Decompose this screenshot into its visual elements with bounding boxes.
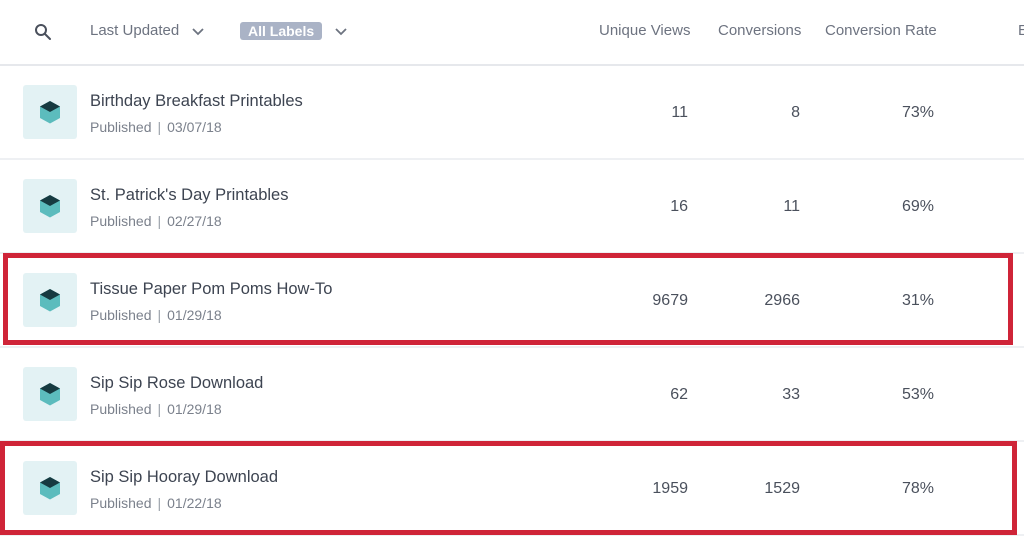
status-label: Published bbox=[90, 495, 152, 511]
chevron-down-icon bbox=[335, 28, 347, 36]
conversion-rate-value: 73% bbox=[901, 104, 934, 121]
separator: | bbox=[157, 401, 162, 417]
unique-views-value: 1959 bbox=[652, 480, 688, 497]
content-thumbnail bbox=[23, 85, 77, 139]
conversions-value: 1529 bbox=[764, 480, 800, 497]
status-label: Published bbox=[90, 213, 152, 229]
table-row[interactable]: Birthday Breakfast Printables Published | 0… bbox=[0, 66, 1024, 160]
conversions-value: 11 bbox=[783, 198, 800, 215]
conversions-value: 2966 bbox=[764, 292, 800, 309]
conversion-rate-value: 78% bbox=[901, 480, 934, 497]
chevron-down-icon bbox=[192, 27, 204, 35]
row-meta: Published | 01/22/18 bbox=[90, 495, 222, 511]
status-label: Published bbox=[90, 307, 152, 323]
row-title[interactable]: Birthday Breakfast Printables bbox=[90, 92, 303, 111]
unique-views-value: 62 bbox=[670, 386, 688, 403]
conversion-rate-value: 53% bbox=[901, 386, 934, 403]
row-title[interactable]: Sip Sip Hooray Download bbox=[90, 468, 278, 487]
conversions-value: 8 bbox=[791, 104, 800, 121]
content-thumbnail bbox=[23, 273, 77, 327]
conversions-value: 33 bbox=[782, 386, 800, 403]
row-meta: Published | 01/29/18 bbox=[90, 307, 222, 323]
column-header-truncated[interactable]: E bbox=[1018, 22, 1024, 39]
separator: | bbox=[157, 307, 162, 323]
publish-date: 01/22/18 bbox=[167, 495, 222, 511]
publish-date: 01/29/18 bbox=[167, 401, 222, 417]
row-title[interactable]: Tissue Paper Pom Poms How-To bbox=[90, 280, 332, 299]
row-title[interactable]: St. Patrick's Day Printables bbox=[90, 186, 288, 205]
column-header-conversion-rate[interactable]: Conversion Rate bbox=[825, 22, 937, 39]
publish-date: 01/29/18 bbox=[167, 307, 222, 323]
publish-date: 03/07/18 bbox=[167, 119, 222, 135]
separator: | bbox=[157, 119, 162, 135]
content-thumbnail bbox=[23, 367, 77, 421]
row-meta: Published | 03/07/18 bbox=[90, 119, 222, 135]
conversion-rate-value: 31% bbox=[901, 292, 934, 309]
row-title[interactable]: Sip Sip Rose Download bbox=[90, 374, 263, 393]
separator: | bbox=[157, 495, 162, 511]
sort-label: Last Updated bbox=[90, 22, 180, 39]
status-label: Published bbox=[90, 119, 152, 135]
unique-views-value: 11 bbox=[671, 104, 688, 121]
publish-date: 02/27/18 bbox=[167, 213, 222, 229]
content-thumbnail bbox=[23, 179, 77, 233]
column-header-conversions[interactable]: Conversions bbox=[718, 22, 801, 39]
row-meta: Published | 02/27/18 bbox=[90, 213, 222, 229]
table-row[interactable]: St. Patrick's Day Printables Published | 02… bbox=[0, 160, 1024, 254]
unique-views-value: 16 bbox=[670, 198, 688, 215]
table-row[interactable]: Sip Sip Rose Download Published | 01/29/18 6… bbox=[0, 348, 1024, 442]
labels-filter-pill: All Labels bbox=[240, 22, 323, 40]
unique-views-value: 9679 bbox=[652, 292, 688, 309]
content-thumbnail bbox=[23, 461, 77, 515]
table-row[interactable]: Sip Sip Hooray Download Published | 01/22/1… bbox=[0, 442, 1024, 536]
row-meta: Published | 01/29/18 bbox=[90, 401, 222, 417]
sort-dropdown[interactable]: Last Updated bbox=[90, 22, 205, 39]
search-icon[interactable] bbox=[34, 23, 52, 41]
labels-filter-dropdown[interactable]: All Labels bbox=[240, 22, 348, 40]
conversion-rate-value: 69% bbox=[901, 198, 934, 215]
table-header: Last Updated All Labels Unique Views Con… bbox=[0, 0, 1024, 66]
column-header-unique-views[interactable]: Unique Views bbox=[599, 22, 690, 39]
separator: | bbox=[157, 213, 162, 229]
status-label: Published bbox=[90, 401, 152, 417]
table-row[interactable]: Tissue Paper Pom Poms How-To Published | 01… bbox=[0, 254, 1024, 348]
